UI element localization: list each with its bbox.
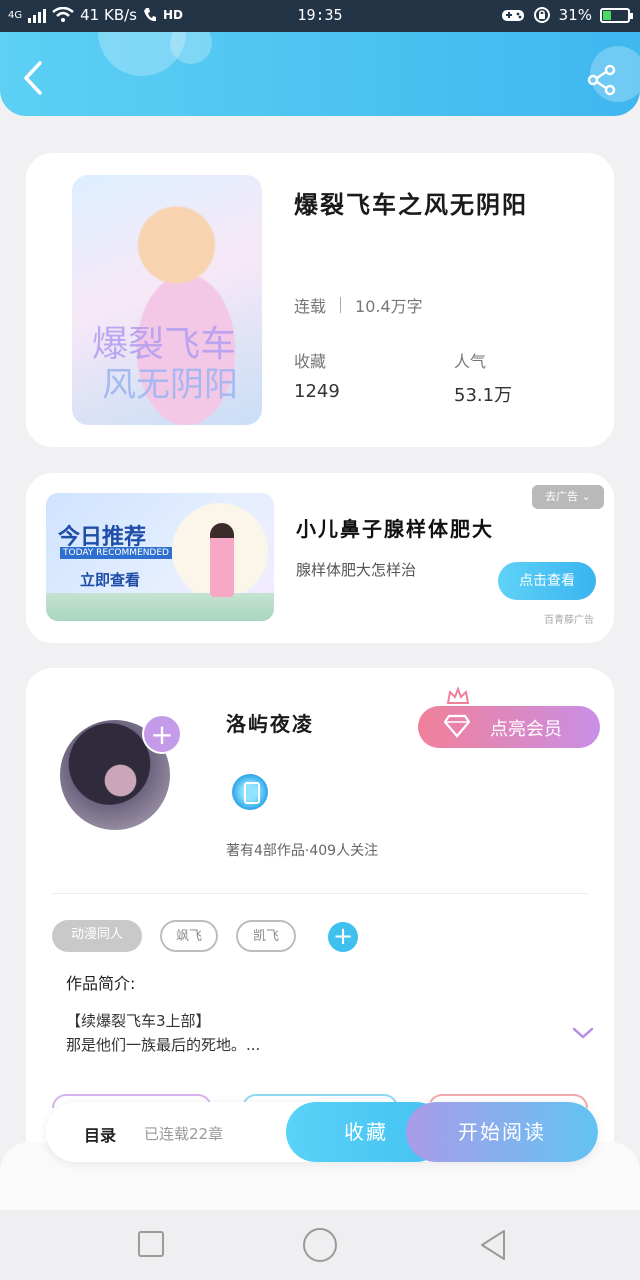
tag-chip[interactable]: 飒飞	[160, 920, 218, 952]
follow-author-button[interactable]: +	[142, 714, 182, 754]
battery-percent: 31%	[558, 6, 592, 24]
share-icon[interactable]	[586, 64, 618, 96]
expand-chevron-icon[interactable]	[572, 1026, 594, 1040]
intro-text-line: 【续爆裂飞车3上部】	[66, 1012, 211, 1030]
rotation-lock-icon	[533, 7, 550, 23]
book-title: 爆裂飞车之风无阴阳	[294, 191, 528, 219]
start-reading-button[interactable]: 开始阅读	[406, 1102, 598, 1162]
collect-count-value: 1249	[294, 381, 340, 402]
author-meta: 著有4部作品·409人关注	[226, 843, 379, 859]
ad-source-label: 百青藤广告	[544, 615, 594, 626]
ad-view-button[interactable]: 点击查看	[498, 562, 596, 600]
back-triangle-icon[interactable]	[478, 1228, 508, 1262]
ad-image-grass	[46, 593, 274, 621]
chevron-down-icon: ⌄	[581, 490, 591, 503]
author-badge-icon	[232, 774, 268, 810]
top-header	[0, 32, 640, 116]
toc-status: 已连载22章	[144, 1125, 224, 1143]
cover-subtitle-art: 风无阴阳	[102, 365, 238, 405]
book-cover[interactable]: 爆裂飞车 风无阴阳	[72, 175, 262, 425]
system-nav-bar	[0, 1210, 640, 1280]
ad-card: 今日推荐 TODAY RECOMMENDED 立即查看 小儿鼻子腺样体肥大 腺样…	[26, 473, 614, 643]
status-bar: 4G 41 KB/s HD 19:35 31%	[0, 0, 640, 32]
action-bar: 目录 已连载22章 收藏 开始阅读	[46, 1102, 598, 1162]
vip-label: 点亮会员	[490, 719, 562, 740]
author-name[interactable]: 洛屿夜凌	[226, 708, 314, 737]
tag-chip[interactable]: 凯飞	[236, 920, 296, 952]
word-count: 10.4万字	[355, 297, 423, 316]
ad-description: 腺样体肥大怎样治	[296, 561, 417, 579]
battery-level	[603, 10, 612, 20]
status-divider	[340, 297, 342, 313]
popularity-label: 人气	[454, 352, 487, 371]
ad-image-cta: 立即查看	[80, 571, 141, 589]
remove-ad-button[interactable]: 去广告 ⌄	[532, 485, 604, 509]
book-info-card: 爆裂飞车 风无阴阳 爆裂飞车之风无阴阳 连载 10.4万字 收藏 1249 人气…	[26, 153, 614, 447]
diamond-icon	[444, 714, 470, 738]
crown-icon	[446, 686, 470, 704]
ad-image-figure	[210, 523, 234, 597]
back-arrow-icon[interactable]	[18, 60, 48, 96]
ad-title: 小儿鼻子腺样体肥大	[296, 517, 494, 541]
recents-icon[interactable]	[138, 1231, 164, 1257]
home-icon[interactable]	[303, 1228, 337, 1262]
intro-label: 作品简介:	[66, 974, 136, 993]
collect-count-label: 收藏	[294, 352, 327, 371]
popularity-value: 53.1万	[454, 385, 513, 406]
battery-icon	[600, 7, 633, 23]
ad-image-subtitle: TODAY RECOMMENDED	[60, 547, 172, 559]
gamepad-icon	[501, 10, 524, 21]
tag-chip[interactable]: 动漫同人	[52, 920, 142, 952]
section-divider	[52, 893, 588, 894]
status-right: 31%	[501, 6, 633, 24]
serial-status: 连载	[294, 297, 327, 316]
remove-ad-label: 去广告	[545, 490, 579, 503]
ad-image[interactable]: 今日推荐 TODAY RECOMMENDED 立即查看	[46, 493, 274, 621]
intro-text-line: 那是他们一族最后的死地。...	[66, 1036, 261, 1054]
vip-button[interactable]: 点亮会员	[418, 706, 600, 748]
book-status-row: 连载 10.4万字	[294, 293, 423, 317]
add-tag-button[interactable]: +	[328, 922, 358, 952]
toc-button[interactable]: 目录	[84, 1122, 116, 1146]
